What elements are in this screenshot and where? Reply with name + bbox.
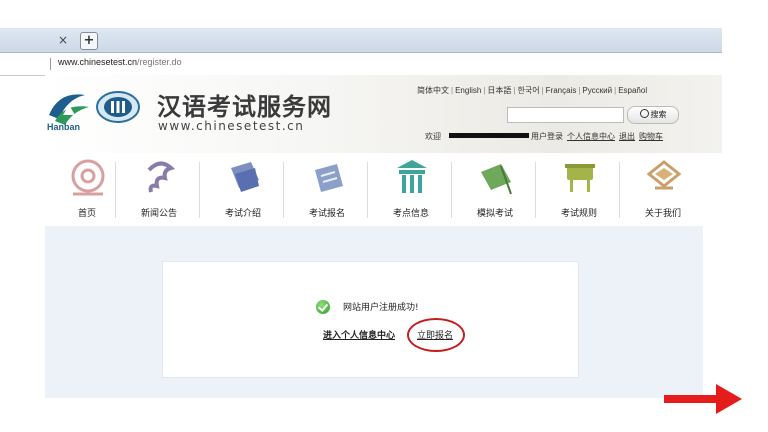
success-message: 网站用户注册成功!: [343, 303, 419, 313]
hanban-logo-text: Hanban: [47, 122, 81, 132]
nav-item-news[interactable]: 新闻公告: [117, 158, 201, 224]
lang-ja[interactable]: 日本語: [487, 86, 511, 95]
site-url: www.chinesetest.cn: [158, 119, 305, 133]
search-button-label: 搜索: [650, 110, 667, 119]
site-title: 汉语考试服务网: [157, 93, 332, 121]
url-host: www.chinesetest.cn: [58, 57, 138, 67]
lang-en[interactable]: English: [455, 86, 481, 95]
nav-divider: [115, 162, 116, 218]
about-icon: [646, 160, 682, 190]
url-path: /register.do: [137, 57, 182, 67]
lang-ru[interactable]: Русский: [582, 86, 612, 95]
arrow-right-icon: [664, 384, 742, 414]
search-input[interactable]: [507, 107, 624, 123]
tab-strip: × +: [0, 28, 722, 53]
success-check-icon: [316, 300, 330, 314]
nav-label-exam-register: 考试报名: [308, 209, 345, 219]
nav-item-test-centers[interactable]: 考点信息: [369, 158, 453, 224]
nav-divider: [199, 162, 200, 218]
redacted-username: [449, 133, 529, 138]
search-icon: [639, 109, 649, 118]
nav-label-news: 新闻公告: [140, 209, 177, 219]
confucius-institute-logo-icon[interactable]: [95, 89, 141, 125]
address-bar[interactable]: www.chinesetest.cn/register.do: [0, 53, 722, 76]
nav-divider: [535, 162, 536, 218]
nav-label-about-us: 关于我们: [644, 209, 681, 219]
personal-center-link[interactable]: 进入个人信息中心: [323, 328, 395, 341]
personal-center-header-link[interactable]: 个人信息中心: [567, 132, 615, 141]
user-login-label: 用户登录: [531, 132, 563, 141]
nav-item-mock-exam[interactable]: 模拟考试: [453, 158, 537, 224]
nav-item-exam-intro[interactable]: 考试介绍: [201, 158, 285, 224]
tab-close-icon[interactable]: ×: [58, 34, 70, 46]
nav-item-exam-rules[interactable]: 考试规则: [537, 158, 621, 224]
nav-label-mock-exam: 模拟考试: [476, 209, 513, 219]
content-area: 网站用户注册成功! 进入个人信息中心 立即报名: [45, 226, 703, 398]
nav-divider: [451, 162, 452, 218]
lang-zh[interactable]: 简体中文: [417, 86, 449, 95]
language-links: 简体中文 | English | 日本語 | 한국어 | Français | Русский | Es…: [417, 86, 648, 95]
logout-link[interactable]: 退出: [619, 132, 635, 141]
search-button[interactable]: 搜索: [627, 106, 679, 124]
news-icon: [147, 161, 176, 193]
welcome-label: 欢迎: [425, 132, 441, 141]
scroll-icon: [231, 162, 259, 192]
building-icon: [397, 160, 427, 193]
nav-divider: [619, 162, 620, 218]
home-icon: [71, 159, 105, 196]
welcome-row: 欢迎 用户登录 个人信息中心 退出 购物车: [425, 131, 663, 142]
lang-ko[interactable]: 한국어: [517, 86, 539, 95]
lang-fr[interactable]: Français: [546, 86, 577, 95]
register-icon: [315, 164, 343, 192]
new-tab-button[interactable]: +: [80, 32, 98, 50]
nav-divider: [283, 162, 284, 218]
nav-label-exam-intro: 考试介绍: [224, 209, 261, 219]
success-panel: 网站用户注册成功! 进入个人信息中心 立即报名: [162, 261, 579, 378]
cart-link[interactable]: 购物车: [639, 132, 663, 141]
address-url[interactable]: www.chinesetest.cn/register.do: [58, 57, 182, 67]
nav-item-about-us[interactable]: 关于我们: [621, 158, 705, 224]
bamboo-icon: [481, 164, 512, 195]
nav-label-test-centers: 考点信息: [392, 209, 429, 219]
register-now-link[interactable]: 立即报名: [417, 328, 453, 341]
main-nav: 首页 新闻公告 考试介绍 考试报名 考点信息 模拟考试 考试规则 关于我们: [45, 158, 722, 224]
nav-label-exam-rules: 考试规则: [560, 209, 597, 219]
nav-divider: [367, 162, 368, 218]
lang-es[interactable]: Español: [618, 86, 647, 95]
address-divider: [50, 58, 51, 70]
vessel-icon: [565, 164, 595, 192]
site-header: Hanban 汉语考试服务网 www.chinesetest.cn 简体中文 | E…: [45, 75, 722, 153]
nav-item-exam-register[interactable]: 考试报名: [285, 158, 369, 224]
